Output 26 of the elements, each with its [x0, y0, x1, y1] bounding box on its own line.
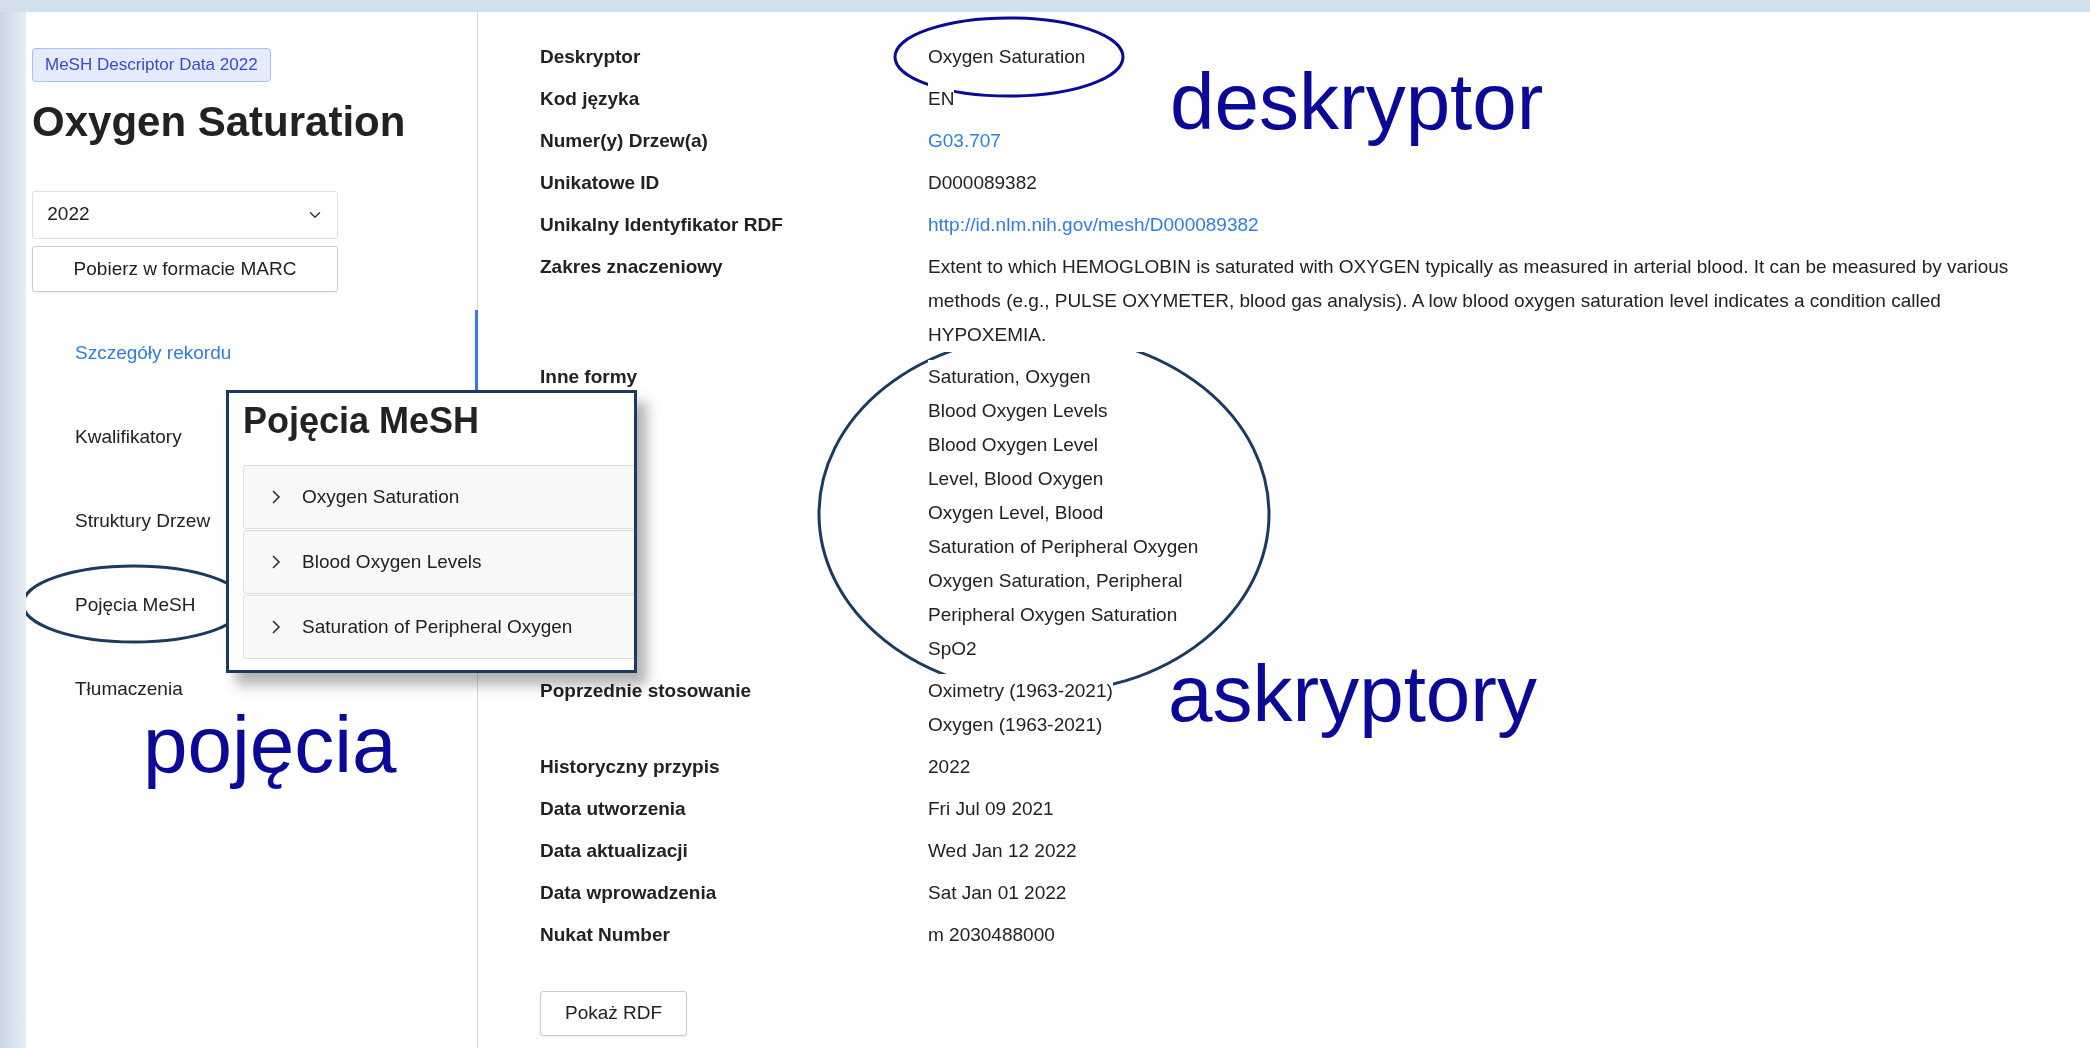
- field-label: Deskryptor: [540, 45, 642, 69]
- field-label: Zakres znaczeniowy: [540, 255, 724, 279]
- chevron-icon: [270, 619, 282, 635]
- callout-title: Pojęcia MeSH: [243, 399, 481, 443]
- field-link[interactable]: http://id.nlm.nih.gov/mesh/D000089382: [928, 214, 1259, 235]
- field-label: Poprzednie stosowanie: [540, 679, 753, 703]
- field-label: Kod języka: [540, 87, 641, 111]
- concept-accordion-item[interactable]: Oxygen Saturation: [243, 465, 634, 529]
- show-rdf-button[interactable]: Pokaż RDF: [540, 991, 688, 1036]
- concept-accordion-item[interactable]: Saturation of Peripheral Oxygen: [243, 595, 634, 659]
- download-marc-button[interactable]: Pobierz w formacie MARC: [32, 245, 338, 292]
- field-label: Data aktualizacji: [540, 839, 689, 863]
- field-label: Numer(y) Drzew(a): [540, 129, 709, 153]
- field-link[interactable]: G03.707: [928, 130, 1001, 151]
- chevron-icon: [270, 554, 282, 570]
- field-label: Data utworzenia: [540, 797, 687, 821]
- year-select[interactable]: 2022: [32, 190, 338, 239]
- field-label: Unikalny Identyfikator RDF: [540, 213, 784, 237]
- data-badge: MeSH Descriptor Data 2022: [32, 48, 271, 82]
- field-label: Historyczny przypis: [540, 755, 721, 779]
- page-title: Oxygen Saturation: [32, 96, 407, 147]
- field-label: Nukat Number: [540, 923, 671, 947]
- chevron-icon: [270, 489, 282, 505]
- field-label: Unikatowe ID: [540, 171, 661, 195]
- field-label: Data wprowadzenia: [540, 881, 718, 905]
- concept-accordion-item[interactable]: Blood Oxygen Levels: [243, 530, 634, 594]
